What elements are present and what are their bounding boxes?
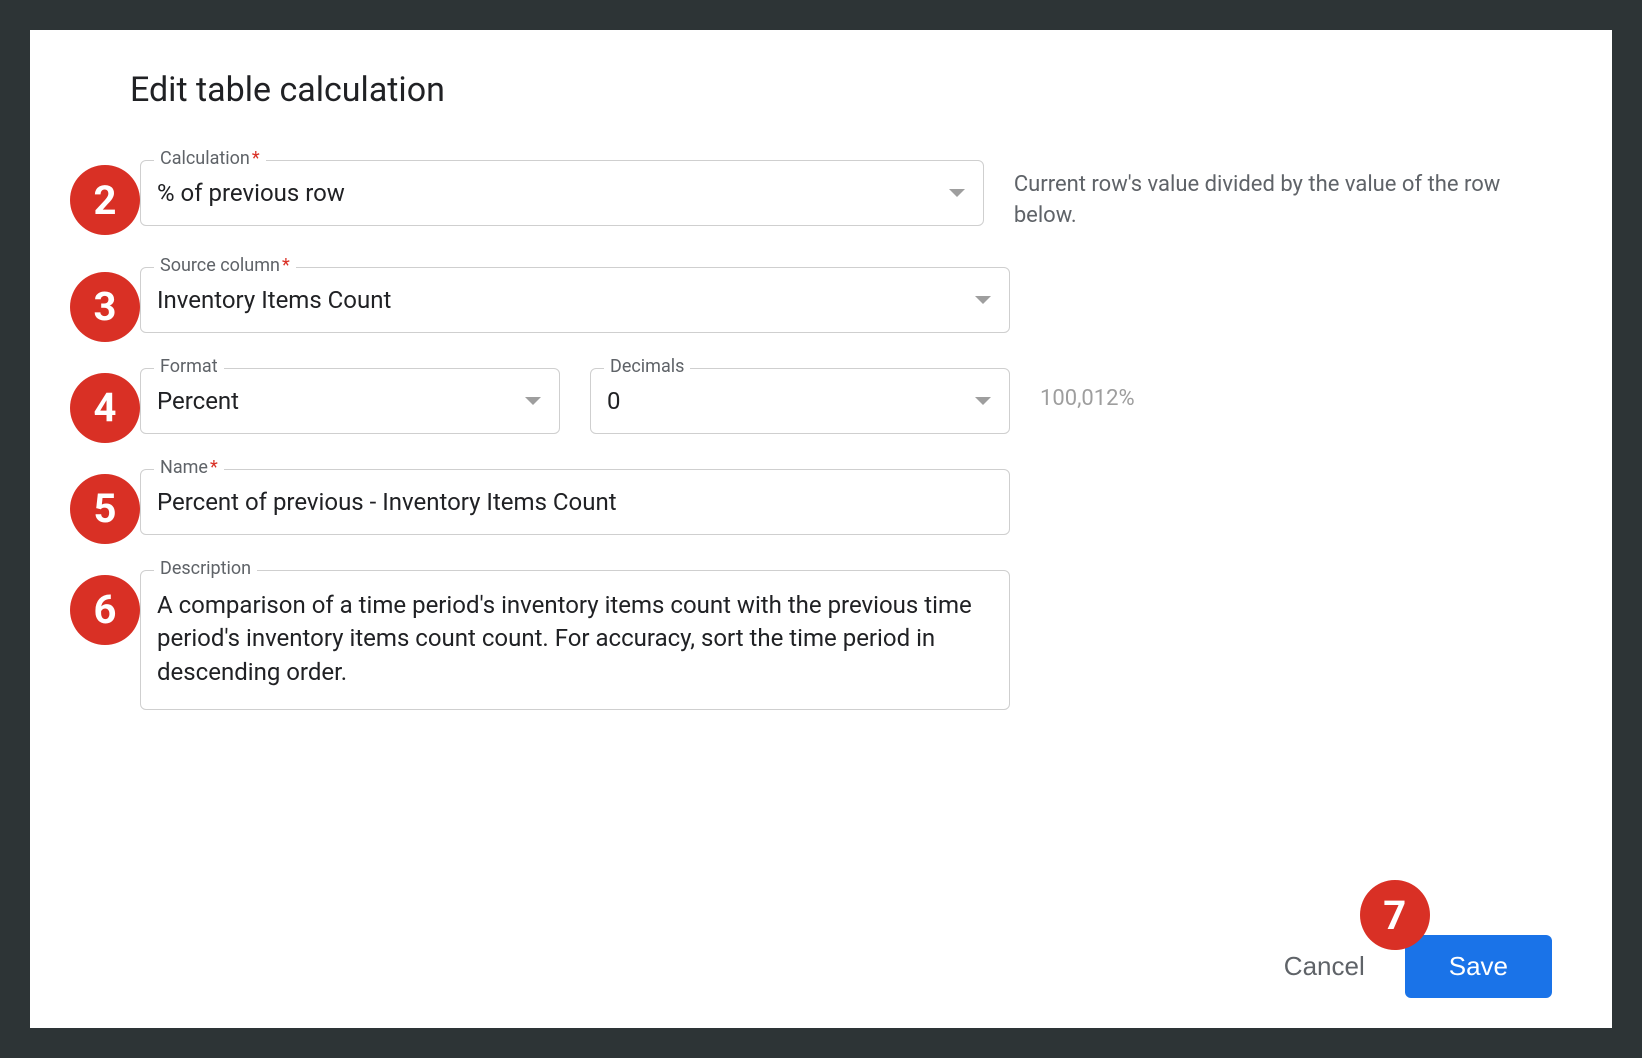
source-row: 3 Source column* Inventory Items Count xyxy=(140,267,1552,333)
required-indicator: * xyxy=(252,148,260,169)
format-select[interactable]: Percent xyxy=(140,368,560,434)
annotation-badge-2: 2 xyxy=(70,165,140,235)
save-button-wrap: 7 Save xyxy=(1405,935,1552,998)
dialog-title: Edit table calculation xyxy=(130,70,1552,110)
annotation-badge-7: 7 xyxy=(1360,880,1430,950)
name-input[interactable]: Percent of previous - Inventory Items Co… xyxy=(140,469,1010,535)
source-select[interactable]: Inventory Items Count xyxy=(140,267,1010,333)
chevron-down-icon xyxy=(975,296,991,304)
decimals-select[interactable]: 0 xyxy=(590,368,1010,434)
calculation-label: Calculation* xyxy=(154,148,266,169)
format-label: Format xyxy=(154,356,224,377)
annotation-badge-3: 3 xyxy=(70,272,140,342)
save-button[interactable]: Save xyxy=(1405,935,1552,998)
required-indicator: * xyxy=(210,457,218,478)
chevron-down-icon xyxy=(949,189,965,197)
calculation-row: 2 Calculation* % of previous row Current… xyxy=(140,160,1552,232)
name-row: 5 Name* Percent of previous - Inventory … xyxy=(140,469,1552,535)
edit-table-calculation-dialog: Edit table calculation 2 Calculation* % … xyxy=(30,30,1612,1028)
source-label: Source column* xyxy=(154,255,296,276)
annotation-badge-4: 4 xyxy=(70,373,140,443)
form-body: 2 Calculation* % of previous row Current… xyxy=(90,160,1552,710)
annotation-badge-6: 6 xyxy=(70,575,140,645)
calculation-select[interactable]: % of previous row xyxy=(140,160,984,226)
format-field-wrap: Format Percent xyxy=(140,368,560,434)
name-field-wrap: Name* Percent of previous - Inventory It… xyxy=(140,469,1010,535)
format-row: 4 Format Percent Decimals 0 100,012% xyxy=(140,368,1552,434)
required-indicator: * xyxy=(282,255,290,276)
description-field-wrap: Description A comparison of a time perio… xyxy=(140,570,1010,710)
description-row: 6 Description A comparison of a time per… xyxy=(140,570,1552,710)
chevron-down-icon xyxy=(525,397,541,405)
calculation-field-wrap: Calculation* % of previous row xyxy=(140,160,984,226)
format-preview: 100,012% xyxy=(1040,368,1135,411)
description-textarea[interactable]: A comparison of a time period's inventor… xyxy=(140,570,1010,710)
cancel-button[interactable]: Cancel xyxy=(1284,951,1365,982)
calculation-help-text: Current row's value divided by the value… xyxy=(1014,160,1552,232)
source-field-wrap: Source column* Inventory Items Count xyxy=(140,267,1010,333)
decimals-label: Decimals xyxy=(604,356,690,377)
dialog-footer: Cancel 7 Save xyxy=(1284,935,1552,998)
chevron-down-icon xyxy=(975,397,991,405)
name-label: Name* xyxy=(154,457,224,478)
decimals-field-wrap: Decimals 0 xyxy=(590,368,1010,434)
annotation-badge-5: 5 xyxy=(70,474,140,544)
description-label: Description xyxy=(154,558,257,579)
